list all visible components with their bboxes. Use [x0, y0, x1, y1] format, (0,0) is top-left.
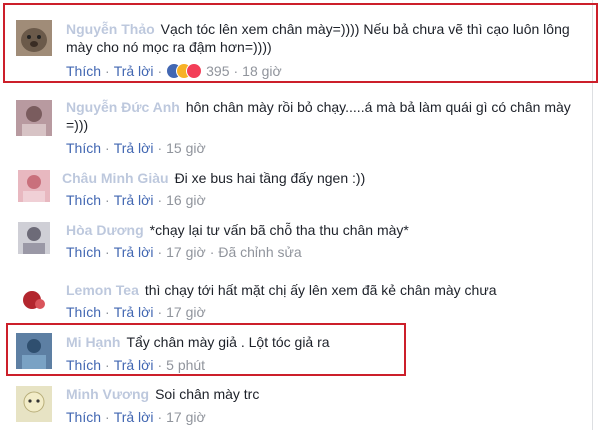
avatar[interactable] [16, 282, 52, 318]
separator: · [105, 409, 110, 425]
reply-link[interactable]: Trả lời [114, 192, 154, 208]
comment-body: Lemon Tea thì chạy tới hất mặt chị ấy lên… [66, 281, 584, 299]
separator: · [105, 304, 110, 320]
comment-body: Châu Minh Giàu Đi xe bus hai tầng đấy nge… [62, 169, 584, 187]
comment-actions: Thích · Trả lời · 17 giờ · Đã chỉnh sửa [66, 243, 302, 261]
like-link[interactable]: Thích [66, 409, 101, 425]
separator: · [105, 192, 110, 208]
avatar-image [18, 170, 50, 202]
separator: · [157, 192, 163, 208]
commenter-name[interactable]: Lemon Tea [66, 282, 139, 298]
reply-link[interactable]: Trả lời [114, 244, 154, 260]
comment-time[interactable]: 16 giờ [166, 192, 206, 208]
separator: · [157, 304, 163, 320]
separator: · [105, 244, 110, 260]
comment-text: Soi chân mày trc [155, 386, 260, 402]
like-link[interactable]: Thích [66, 140, 101, 156]
avatar[interactable] [18, 222, 50, 254]
avatar[interactable] [18, 170, 50, 202]
avatar-image [16, 100, 52, 136]
avatar[interactable] [16, 100, 52, 136]
highlight-box [6, 323, 406, 376]
comment-body: Nguyễn Đức Anh hôn chân mày rồi bỏ chạy..… [66, 98, 584, 134]
separator: · [157, 244, 163, 260]
separator: · [105, 140, 110, 156]
commenter-name[interactable]: Châu Minh Giàu [62, 170, 169, 186]
like-link[interactable]: Thích [66, 244, 101, 260]
commenter-name[interactable]: Hòa Dương [66, 222, 144, 238]
avatar-image [16, 386, 52, 422]
comment-time[interactable]: 17 giờ [166, 409, 206, 425]
comment-time[interactable]: 15 giờ [166, 140, 206, 156]
separator: · [157, 140, 163, 156]
avatar-image [16, 282, 52, 318]
comment-time[interactable]: 17 giờ [166, 244, 206, 260]
like-link[interactable]: Thích [66, 192, 101, 208]
reply-link[interactable]: Trả lời [114, 140, 154, 156]
like-link[interactable]: Thích [66, 304, 101, 320]
comment-actions: Thích · Trả lời · 15 giờ [66, 139, 206, 157]
comment-text: Đi xe bus hai tầng đấy ngen :)) [174, 170, 366, 186]
comment-text: thì chạy tới hất mặt chị ấy lên xem đã k… [144, 282, 497, 298]
separator: · [209, 244, 215, 260]
reply-link[interactable]: Trả lời [114, 409, 154, 425]
avatar[interactable] [16, 386, 52, 422]
comment-text: *chạy lại tư vấn bã chỗ tha thu chân mày… [149, 222, 409, 238]
comment-body: Hòa Dương *chạy lại tư vấn bã chỗ tha thu… [66, 221, 584, 239]
comment-actions: Thích · Trả lời · 17 giờ [66, 408, 206, 426]
comment-body: Minh Vương Soi chân mày trc [66, 385, 584, 403]
edited-label[interactable]: Đã chỉnh sửa [218, 244, 301, 260]
comment-time[interactable]: 17 giờ [166, 304, 206, 320]
reply-link[interactable]: Trả lời [114, 304, 154, 320]
avatar-image [18, 222, 50, 254]
separator: · [157, 409, 163, 425]
comment-actions: Thích · Trả lời · 17 giờ [66, 303, 206, 321]
commenter-name[interactable]: Minh Vương [66, 386, 149, 402]
highlight-box [3, 3, 598, 83]
commenter-name[interactable]: Nguyễn Đức Anh [66, 99, 180, 115]
comment-actions: Thích · Trả lời · 16 giờ [66, 191, 206, 209]
